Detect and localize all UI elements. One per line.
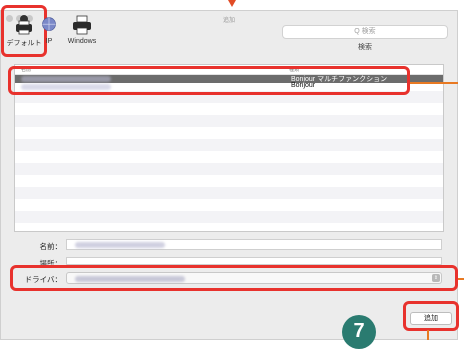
windows-printer-icon <box>73 15 91 35</box>
highlight-add-button <box>403 301 459 331</box>
empty-row <box>15 163 443 175</box>
toolbar-ip-label: IP <box>45 38 53 45</box>
empty-row <box>15 175 443 187</box>
toolbar-ip-button[interactable]: IP <box>38 14 60 45</box>
search-input[interactable]: Q 検索 <box>282 25 448 39</box>
name-label: 名前： <box>39 242 63 251</box>
empty-row <box>15 127 443 139</box>
name-field[interactable] <box>66 239 442 250</box>
empty-row <box>15 151 443 163</box>
window-title: 追加 <box>223 18 236 24</box>
callout-line-list <box>410 82 458 84</box>
location-field[interactable] <box>66 257 442 265</box>
ip-globe-icon <box>42 17 56 32</box>
empty-row <box>15 199 443 211</box>
empty-row <box>15 115 443 127</box>
callout-arrow <box>228 0 236 7</box>
highlight-printer-row <box>8 66 410 95</box>
callout-line-driver <box>458 278 464 280</box>
search-caption: 検索 <box>358 44 372 51</box>
highlight-driver <box>10 265 458 291</box>
empty-row <box>15 139 443 151</box>
toolbar-windows-button[interactable]: Windows <box>60 14 104 45</box>
step-number-badge: 7 <box>342 315 376 349</box>
toolbar-windows-label: Windows <box>67 38 97 45</box>
callout-line-add <box>427 330 429 340</box>
empty-row <box>15 103 443 115</box>
name-value-redacted <box>75 242 165 248</box>
empty-row <box>15 211 443 223</box>
empty-row <box>15 187 443 199</box>
empty-row <box>15 223 443 231</box>
